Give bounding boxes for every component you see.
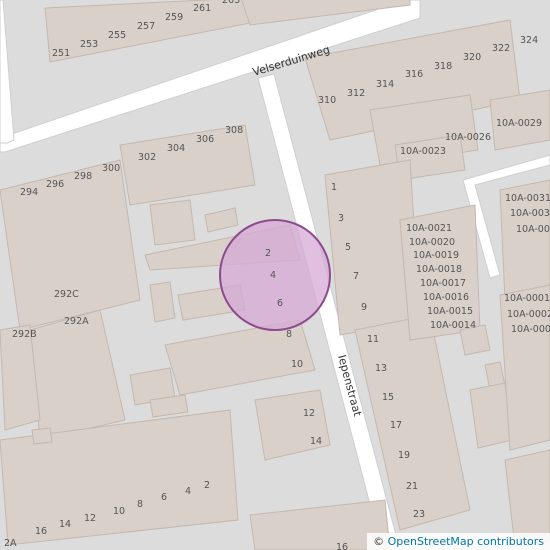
house-number: 5 bbox=[345, 242, 351, 253]
house-number: 16 bbox=[35, 526, 47, 537]
house-number: 257 bbox=[137, 21, 155, 32]
house-number: 255 bbox=[108, 30, 126, 41]
house-number: 19 bbox=[398, 450, 410, 461]
house-number: 10A-0023 bbox=[400, 146, 446, 157]
house-number: 253 bbox=[80, 39, 98, 50]
house-number: 263 bbox=[222, 0, 240, 6]
house-number: 21 bbox=[406, 481, 418, 492]
house-number: 10A-00 bbox=[516, 224, 550, 235]
house-number: 296 bbox=[46, 179, 64, 190]
house-number: 8 bbox=[137, 499, 143, 510]
house-number: 10A-0014 bbox=[430, 320, 476, 331]
house-number: 10A-0017 bbox=[420, 278, 466, 289]
house-number: 259 bbox=[165, 12, 183, 23]
house-number: 302 bbox=[138, 152, 156, 163]
house-number: 320 bbox=[463, 52, 481, 63]
house-number: 23 bbox=[413, 509, 425, 520]
map-layer: Velserduinweg Iepenstraat 251 253 255 25… bbox=[0, 0, 550, 550]
house-number: 4 bbox=[270, 270, 276, 281]
house-number: 12 bbox=[84, 513, 96, 524]
house-number: 16 bbox=[336, 542, 348, 550]
building bbox=[149, 199, 196, 246]
house-number: 7 bbox=[353, 271, 359, 282]
osm-contributors-link[interactable]: OpenStreetMap contributors bbox=[388, 535, 544, 548]
map-attribution: © OpenStreetMap contributors bbox=[367, 533, 550, 550]
house-number: 10A-0032 bbox=[510, 208, 550, 219]
house-number: 294 bbox=[20, 187, 38, 198]
house-number: 2A bbox=[4, 538, 17, 549]
house-number: 4 bbox=[185, 486, 191, 497]
house-number: 10A-0001 bbox=[504, 293, 550, 304]
house-number: 10A-0021 bbox=[406, 223, 452, 234]
house-number: 10A-0019 bbox=[413, 250, 459, 261]
house-number: 10 bbox=[291, 359, 303, 370]
house-number: 310 bbox=[318, 95, 336, 106]
house-number: 322 bbox=[492, 43, 510, 54]
house-number: 261 bbox=[193, 3, 211, 14]
house-number: 10A-0026 bbox=[445, 132, 491, 143]
building bbox=[149, 281, 176, 323]
house-number: 10A-0018 bbox=[416, 264, 462, 275]
house-number: 314 bbox=[376, 79, 394, 90]
house-number: 10 bbox=[113, 506, 125, 517]
house-number: 2 bbox=[204, 480, 210, 491]
house-number: 8 bbox=[286, 329, 292, 340]
house-number: 10A-0029 bbox=[496, 118, 542, 129]
house-number: 15 bbox=[382, 392, 394, 403]
house-number: 316 bbox=[405, 69, 423, 80]
house-number: 10A-0031 bbox=[505, 193, 550, 204]
house-number: 300 bbox=[102, 163, 120, 174]
house-number: 10A-0002 bbox=[507, 309, 550, 320]
house-number: 251 bbox=[52, 48, 70, 59]
house-number: 306 bbox=[196, 134, 214, 145]
house-number: 312 bbox=[347, 88, 365, 99]
house-number: 292C bbox=[54, 289, 79, 300]
house-number: 304 bbox=[167, 143, 185, 154]
house-number: 10A-0016 bbox=[423, 292, 469, 303]
house-number: 9 bbox=[361, 302, 367, 313]
house-number: 12 bbox=[303, 408, 315, 419]
house-number: 318 bbox=[434, 61, 452, 72]
house-number: 6 bbox=[277, 298, 283, 309]
house-number: 292B bbox=[12, 329, 37, 340]
house-number: 13 bbox=[375, 363, 387, 374]
house-number: 292A bbox=[64, 316, 89, 327]
house-number: 11 bbox=[367, 334, 379, 345]
house-number: 308 bbox=[225, 125, 243, 136]
house-number: 10A-000 bbox=[511, 324, 550, 335]
copyright-symbol: © bbox=[373, 535, 385, 548]
map-canvas[interactable]: Velserduinweg Iepenstraat 251 253 255 25… bbox=[0, 0, 550, 550]
building bbox=[0, 159, 141, 331]
house-number: 10A-0015 bbox=[427, 306, 473, 317]
house-number: 14 bbox=[310, 436, 322, 447]
house-number: 2 bbox=[265, 248, 271, 259]
house-number: 3 bbox=[338, 213, 344, 224]
house-number: 14 bbox=[59, 519, 71, 530]
building bbox=[469, 382, 513, 449]
house-number: 17 bbox=[390, 420, 402, 431]
house-number: 1 bbox=[331, 182, 337, 193]
building bbox=[31, 427, 53, 445]
house-number: 324 bbox=[520, 35, 538, 46]
house-number: 298 bbox=[74, 171, 92, 182]
house-number: 6 bbox=[161, 492, 167, 503]
house-number: 10A-0020 bbox=[409, 237, 455, 248]
